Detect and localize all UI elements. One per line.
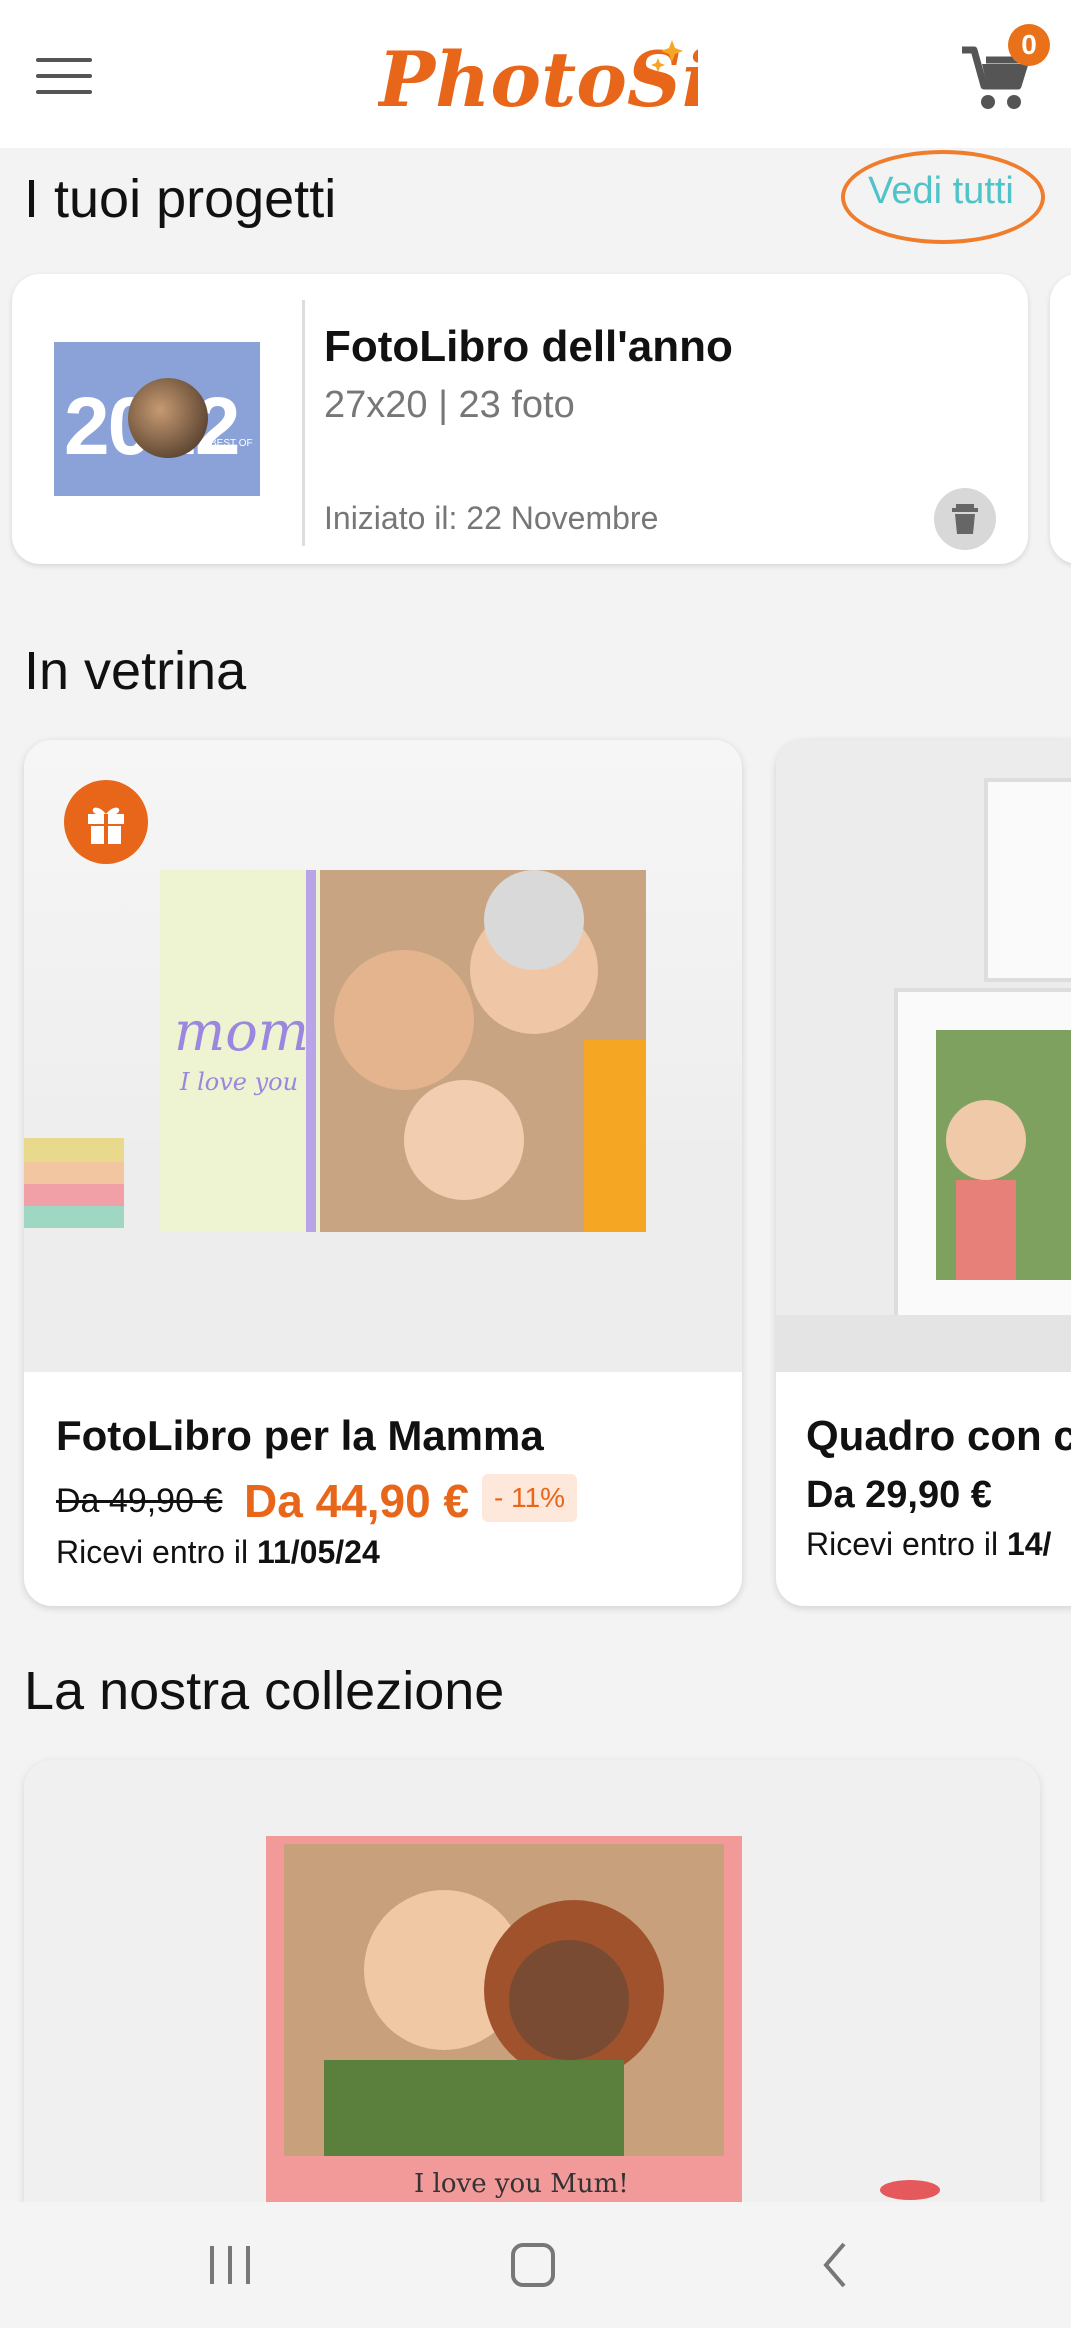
product-name: FotoLibro per la Mamma <box>56 1412 544 1459</box>
book-cover-text: I love you Mum! <box>414 2169 629 2199</box>
delivery-date: 11/05/24 <box>256 1534 380 1570</box>
product-image <box>776 740 1071 1372</box>
book-cover-line: I love you <box>179 1068 298 1096</box>
discount-badge: - 11% <box>482 1474 578 1522</box>
gift-badge <box>64 780 148 864</box>
gift-icon <box>88 807 124 844</box>
collection-title: La nostra collezione <box>24 1661 505 1721</box>
thumbnail-photo <box>128 378 208 458</box>
project-title: FotoLibro dell'anno <box>324 322 733 371</box>
delivery-prefix: Ricevi entro il <box>806 1526 1007 1562</box>
cart-count-badge: 0 <box>1008 24 1050 66</box>
project-start-date: Iniziato il: 22 Novembre <box>324 500 659 536</box>
product-card[interactable]: mom I love you FotoLibro per la Mamma Da… <box>24 740 742 1606</box>
delivery-info: Ricevi entro il 14/ <box>806 1526 1051 1563</box>
delivery-prefix: Ricevi entro il <box>56 1534 257 1570</box>
project-details: 27x20 | 23 foto <box>324 384 575 426</box>
thumbnail-caption: BEST OF <box>210 438 253 449</box>
menu-icon[interactable] <box>36 58 92 98</box>
delivery-info: Ricevi entro il 11/05/24 <box>56 1534 380 1571</box>
product-card[interactable]: Quadro con c Da 29,90 € Ricevi entro il … <box>776 740 1071 1606</box>
projects-title: I tuoi progetti <box>24 169 337 229</box>
system-navigation-bar <box>0 2202 1071 2328</box>
product-name: Quadro con c <box>806 1412 1071 1459</box>
delete-button[interactable] <box>934 488 996 550</box>
view-all-label: Vedi tutti <box>868 170 1014 212</box>
logo-text: PhotoSi <box>378 35 698 124</box>
showcase-title: In vetrina <box>24 641 247 701</box>
project-card-next[interactable] <box>1050 274 1071 564</box>
back-icon[interactable] <box>816 2240 856 2290</box>
book-cover-word: mom <box>174 1000 309 1063</box>
sale-price: Da 44,90 € <box>244 1475 470 1527</box>
view-all-link[interactable]: Vedi tutti <box>841 150 1051 246</box>
divider <box>302 300 305 546</box>
project-thumbnail: 2022 BEST OF <box>54 342 260 496</box>
trash-icon <box>952 504 978 534</box>
recent-apps-icon[interactable] <box>204 2242 256 2288</box>
old-price: Da 49,90 € <box>56 1482 223 1520</box>
delivery-date: 14/ <box>1006 1526 1052 1562</box>
home-icon[interactable] <box>508 2240 558 2290</box>
product-price: Da 29,90 € <box>806 1474 992 1516</box>
photosi-logo: PhotoSi <box>376 28 711 128</box>
